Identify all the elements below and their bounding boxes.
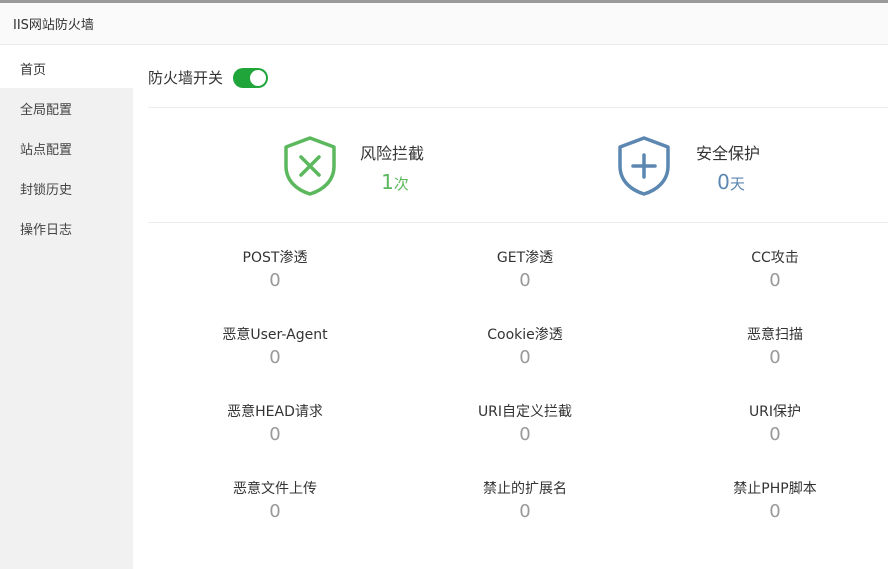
firewall-toggle-label: 防火墙开关 [148, 69, 224, 87]
stat-malicious-user-agent: 恶意User-Agent 0 [165, 325, 385, 368]
sidebar-item-label: 封锁历史 [20, 182, 73, 198]
stat-value: 0 [269, 501, 281, 522]
sidebar-item-block-history[interactable]: 封锁历史 [0, 168, 133, 208]
summary-panel: 风险拦截 1次 安全保护 0天 [148, 108, 888, 223]
stat-value: 0 [519, 347, 531, 368]
stat-value: 0 [519, 424, 531, 445]
security-protection-text: 安全保护 0天 [696, 140, 806, 194]
stat-value: 0 [519, 501, 531, 522]
stat-label: 禁止PHP脚本 [733, 481, 817, 497]
stat-value: 0 [769, 501, 781, 522]
stat-label: POST渗透 [242, 250, 308, 266]
stat-label: Cookie渗透 [487, 327, 563, 343]
toggle-knob [250, 69, 267, 86]
app-window: IIS网站防火墙 首页 全局配置 站点配置 封锁历史 操作日志 防火墙开关 风险… [0, 0, 888, 569]
risk-block-title: 风险拦截 [360, 144, 425, 163]
stat-value: 0 [769, 270, 781, 291]
stat-value: 0 [269, 424, 281, 445]
stat-label: URI保护 [748, 404, 802, 420]
risk-block-text: 风险拦截 1次 [360, 140, 470, 194]
stat-label: CC攻击 [751, 250, 799, 266]
stat-label: 禁止的扩展名 [483, 481, 567, 497]
stat-value: 0 [269, 347, 281, 368]
stat-label: GET渗透 [496, 250, 554, 266]
sidebar-item-label: 全局配置 [20, 102, 73, 118]
shield-x-icon [284, 136, 336, 196]
stat-malicious-file-upload: 恶意文件上传 0 [165, 479, 385, 522]
stat-value: 0 [769, 347, 781, 368]
stat-post-penetration: POST渗透 0 [165, 248, 385, 291]
firewall-toggle-switch[interactable] [233, 67, 269, 88]
stat-cc-attack: CC攻击 0 [665, 248, 885, 291]
stat-label: 恶意文件上传 [233, 481, 317, 497]
sidebar-item-site-config[interactable]: 站点配置 [0, 128, 133, 168]
stat-uri-protection: URI保护 0 [665, 402, 885, 445]
stat-label: 恶意扫描 [747, 327, 803, 343]
stat-value: 0 [269, 270, 281, 291]
stat-label: 恶意User-Agent [222, 327, 328, 343]
stat-get-penetration: GET渗透 0 [415, 248, 635, 291]
window-body: 首页 全局配置 站点配置 封锁历史 操作日志 防火墙开关 风险拦截 1次 安全保… [0, 48, 888, 569]
window-title: IIS网站防火墙 [13, 18, 94, 33]
stat-malicious-head-request: 恶意HEAD请求 0 [165, 402, 385, 445]
sidebar-item-operation-log[interactable]: 操作日志 [0, 208, 133, 248]
security-protection-value: 0天 [696, 170, 766, 194]
risk-block-value: 1次 [360, 170, 430, 194]
stat-value: 0 [769, 424, 781, 445]
shield-plus-icon [618, 136, 670, 196]
stat-label: 恶意HEAD请求 [227, 404, 323, 420]
main-content: 防火墙开关 风险拦截 1次 安全保护 0天 POST渗透 0 GET渗透 0 C… [133, 48, 888, 569]
sidebar-item-label: 操作日志 [20, 222, 73, 238]
stat-malicious-scan: 恶意扫描 0 [665, 325, 885, 368]
sidebar-item-label: 首页 [20, 62, 47, 78]
sidebar-item-home[interactable]: 首页 [0, 48, 133, 88]
security-protection-unit: 天 [729, 175, 745, 193]
stat-cookie-penetration: Cookie渗透 0 [415, 325, 635, 368]
sidebar-item-global-config[interactable]: 全局配置 [0, 88, 133, 128]
sidebar-item-label: 站点配置 [20, 142, 73, 158]
security-protection-title: 安全保护 [696, 144, 761, 163]
stat-uri-custom-block: URI自定义拦截 0 [415, 402, 635, 445]
security-protection-count: 0 [717, 170, 730, 194]
risk-block-unit: 次 [393, 175, 409, 193]
firewall-toggle-row: 防火墙开关 [148, 48, 888, 108]
stat-forbid-php-script: 禁止PHP脚本 0 [665, 479, 885, 522]
stat-value: 0 [519, 270, 531, 291]
window-titlebar: IIS网站防火墙 [0, 3, 888, 45]
stat-label: URI自定义拦截 [477, 404, 573, 420]
sidebar: 首页 全局配置 站点配置 封锁历史 操作日志 [0, 48, 133, 569]
stat-forbidden-extension: 禁止的扩展名 0 [415, 479, 635, 522]
risk-block-count: 1 [381, 170, 394, 194]
